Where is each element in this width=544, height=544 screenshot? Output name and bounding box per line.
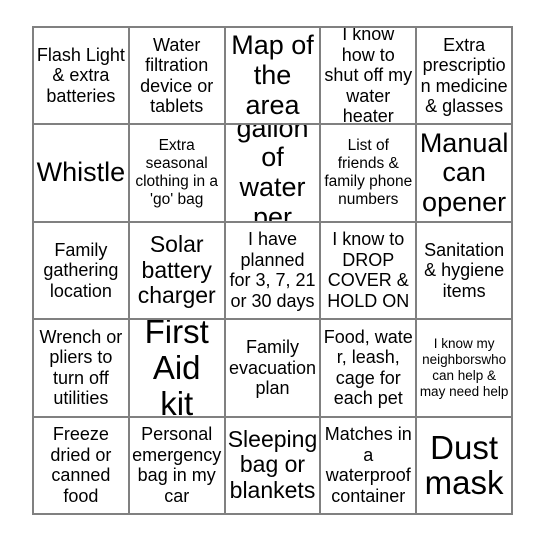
bingo-cell-label: Whistle — [36, 157, 126, 188]
bingo-cell[interactable]: Manual can opener — [417, 125, 513, 223]
bingo-cell-label: Flash Light & extra batteries — [36, 44, 125, 106]
bingo-cell[interactable]: Family gathering location — [34, 222, 130, 321]
bingo-cell-label: Freeze dried or canned food — [50, 424, 112, 506]
bingo-cell[interactable]: Wrench or pliers to turn off utilities — [34, 320, 130, 418]
bingo-cell-label: Family evacuation plan — [228, 337, 317, 399]
bingo-cell-label: Food, wate r, leash, cage for each pet — [323, 326, 413, 409]
bingo-cell[interactable]: I know to DROP COVER & HOLD ON — [321, 222, 418, 321]
bingo-cell-label: Family gathering location — [43, 239, 119, 301]
bingo-cell[interactable]: Solar battery charger — [129, 222, 226, 321]
bingo-cell[interactable]: Dust mask — [417, 417, 513, 515]
bingo-cell[interactable]: Map of the area — [225, 28, 322, 126]
bingo-cell[interactable]: Food, wate r, leash, cage for each pet — [321, 320, 418, 418]
bingo-cell[interactable]: List of friends & family phone numbers — [321, 125, 418, 223]
bingo-cell-label: 1 gallon of water per day — [236, 125, 309, 223]
bingo-cell-label: Water filtration device or tablets — [140, 34, 214, 117]
bingo-cell[interactable]: Freeze dried or canned food — [34, 417, 130, 515]
bingo-cell[interactable]: I know how to shut off my water heater — [321, 28, 418, 126]
bingo-cell[interactable]: I know my neighborswho can help & may ne… — [417, 320, 513, 418]
bingo-cell[interactable]: Personal emergency bag in my car — [129, 417, 226, 515]
bingo-cell-label: I know how to shut off my water heater — [324, 28, 413, 126]
bingo-cell-label: Extra seasonal clothing in a 'go' bag — [135, 137, 219, 208]
bingo-card-grid: Flash Light & extra batteries Water filtr… — [32, 26, 513, 515]
bingo-cell[interactable]: Extra seasonal clothing in a 'go' bag — [129, 125, 226, 223]
bingo-cell[interactable]: 1 gallon of water per day — [225, 125, 322, 223]
bingo-cell[interactable]: Flash Light & extra batteries — [34, 28, 130, 126]
bingo-cell-label: I have planned for 3, 7, 21 or 30 days — [229, 229, 316, 311]
bingo-cell[interactable]: Water filtration device or tablets — [129, 28, 226, 126]
bingo-cell-label: Wrench or pliers to turn off utilities — [39, 326, 123, 409]
bingo-cell-label: Extra prescription medicine & glasses — [420, 34, 508, 117]
bingo-cell-label: Dust mask — [424, 428, 504, 502]
bingo-cell[interactable]: First Aid kit — [129, 320, 226, 418]
bingo-cell-label: Map of the area — [231, 30, 314, 120]
bingo-cell-label: Manual can opener — [419, 127, 509, 217]
bingo-cell-label: Solar battery charger — [137, 230, 216, 309]
bingo-cell-label: Matches in a waterproof container — [324, 424, 412, 506]
bingo-cell[interactable]: I have planned for 3, 7, 21 or 30 days — [225, 222, 322, 321]
bingo-cell[interactable]: Family evacuation plan — [225, 320, 322, 418]
bingo-cell[interactable]: Sleeping bag or blankets — [225, 417, 322, 515]
bingo-cell-label: Personal emergency bag in my car — [132, 424, 222, 506]
bingo-cell[interactable]: Whistle — [34, 125, 130, 223]
bingo-cell-label: Sleeping bag or blankets — [227, 425, 318, 504]
bingo-cell[interactable]: Extra prescription medicine & glasses — [417, 28, 513, 126]
bingo-cell-label: I know my neighborswho can help & may ne… — [419, 336, 509, 399]
bingo-cell-label: List of friends & family phone numbers — [324, 137, 413, 208]
bingo-cell-label: I know to DROP COVER & HOLD ON — [327, 229, 410, 311]
bingo-cell-label: Sanitation & hygiene items — [424, 239, 505, 301]
bingo-cell-label: First Aid kit — [144, 320, 209, 418]
bingo-cell[interactable]: Sanitation & hygiene items — [417, 222, 513, 321]
bingo-cell[interactable]: Matches in a waterproof container — [321, 417, 418, 515]
